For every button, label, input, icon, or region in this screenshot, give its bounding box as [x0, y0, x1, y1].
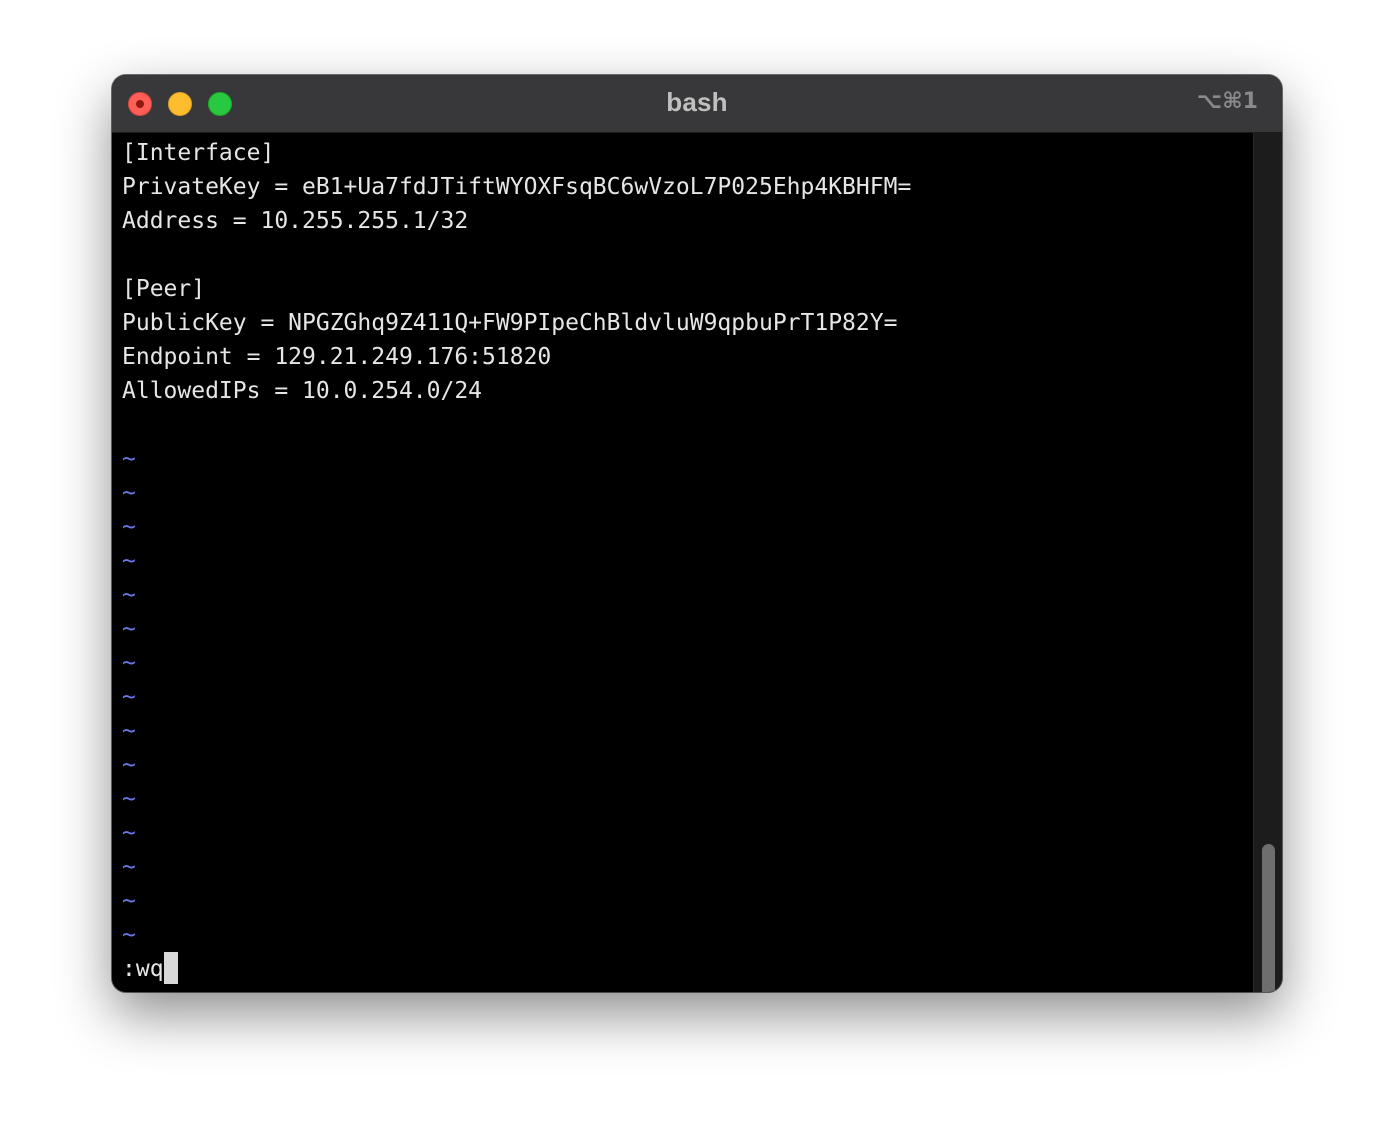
empty-line-marker: ~	[122, 514, 136, 540]
window-title: bash	[666, 87, 728, 117]
empty-line-marker: ~	[122, 582, 136, 608]
editor-line: AllowedIPs = 10.0.254.0/24	[122, 378, 483, 404]
title-bar[interactable]: bash ⌥⌘1	[112, 75, 1282, 133]
empty-line-marker: ~	[122, 684, 136, 710]
empty-line-marker: ~	[122, 888, 136, 914]
empty-line-marker: ~	[122, 548, 136, 574]
command-text: :wq	[122, 956, 164, 982]
text-cursor	[163, 952, 178, 984]
empty-line-marker: ~	[122, 820, 136, 846]
empty-line-marker: ~	[122, 718, 136, 744]
editor-line: [Interface]	[122, 140, 275, 166]
empty-line-marker: ~	[122, 480, 136, 506]
empty-line-marker: ~	[122, 650, 136, 676]
empty-line-marker: ~	[122, 616, 136, 642]
terminal-window: bash ⌥⌘1 [Interface] PrivateKey = eB1+Ua…	[112, 75, 1282, 992]
editor-line: Address = 10.255.255.1/32	[122, 208, 469, 234]
editor-line: PrivateKey = eB1+Ua7fdJTiftWYOXFsqBC6wVz…	[122, 174, 912, 200]
empty-line-marker: ~	[122, 446, 136, 472]
scrollbar-track[interactable]	[1253, 133, 1282, 992]
empty-line-marker: ~	[122, 922, 136, 948]
command-line[interactable]: :wq	[122, 952, 178, 986]
editor-line: [Peer]	[122, 276, 206, 302]
empty-line-marker: ~	[122, 786, 136, 812]
window-shortcut: ⌥⌘1	[1196, 89, 1258, 114]
editor-line: Endpoint = 129.21.249.176:51820	[122, 344, 552, 370]
empty-line-marker: ~	[122, 752, 136, 778]
scrollbar-thumb[interactable]	[1262, 844, 1275, 992]
empty-line-marker: ~	[122, 854, 136, 880]
editor-line: PublicKey = NPGZGhq9Z411Q+FW9PIpeChBldvl…	[122, 310, 898, 336]
terminal-content[interactable]: [Interface] PrivateKey = eB1+Ua7fdJTiftW…	[112, 133, 1252, 992]
